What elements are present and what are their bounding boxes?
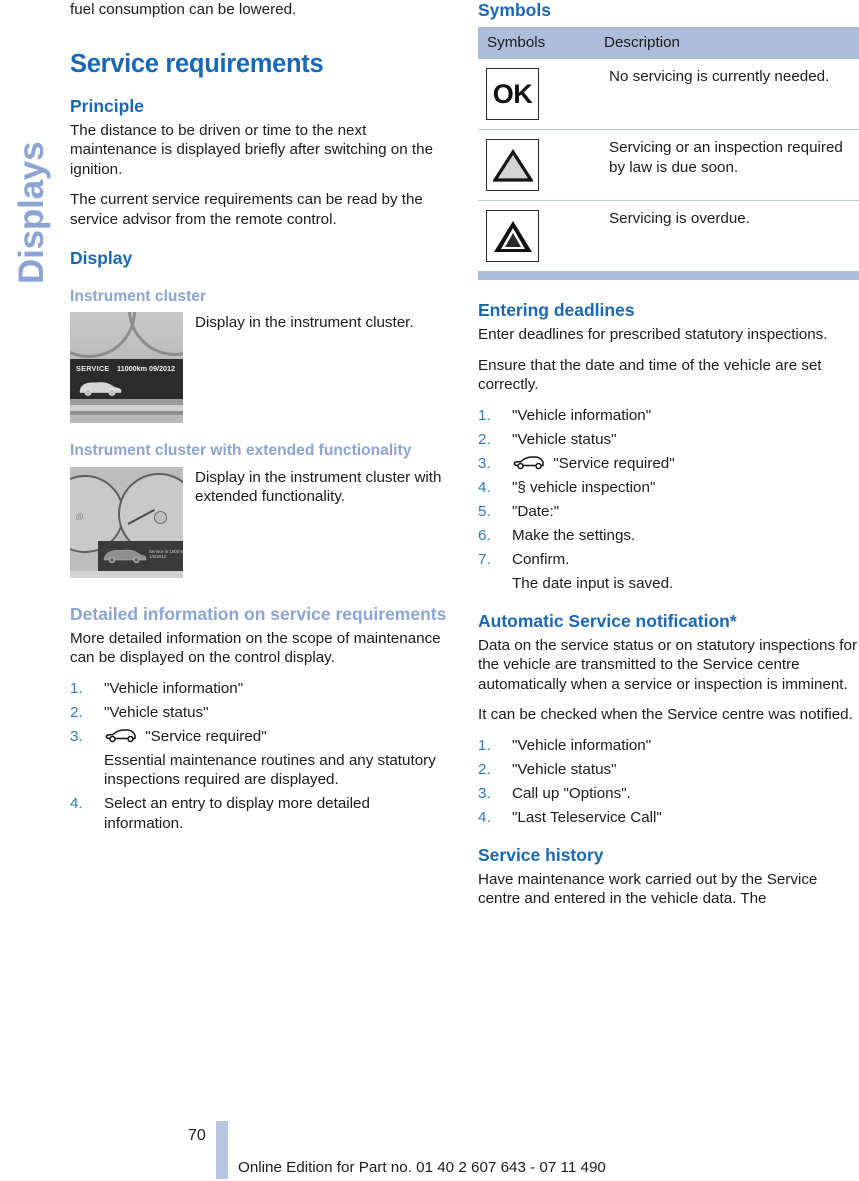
- symbol-description: No servicing is currently needed.: [595, 59, 859, 130]
- car-silhouette-icon: [79, 381, 122, 396]
- right-column: Symbols Symbols Description OK No servic…: [478, 0, 859, 909]
- step-item: Call up "Options".: [478, 784, 859, 804]
- step-item: "Service required" Essential maintenance …: [70, 727, 452, 790]
- car-silhouette-icon: [103, 549, 147, 563]
- manual-page: Displays fuel consumption can be lowered…: [0, 0, 859, 1181]
- principle-paragraph-1: The distance to be driven or time to the…: [70, 121, 434, 178]
- step-text: "§ vehicle inspection": [512, 479, 656, 497]
- steps-automatic-notification: "Vehicle information" "Vehicle status" Cal…: [478, 736, 859, 828]
- symbol-cell: [478, 129, 595, 201]
- table-row: Servicing or an inspection required by l…: [478, 129, 859, 201]
- table-bottom-bar: [478, 271, 859, 280]
- step-item: "Vehicle status": [478, 430, 859, 450]
- section-heading-service-history: Service history: [478, 844, 604, 865]
- step-text: Call up "Options".: [512, 785, 631, 803]
- step-text: "Service required": [553, 454, 675, 472]
- step-text: "Vehicle information": [512, 406, 652, 424]
- figure-instrument-cluster: SERVICE 11000km 09/2012 Display in the i…: [70, 312, 452, 424]
- cluster-service-label: SERVICE: [76, 363, 110, 373]
- step-text: Select an entry to display more detailed…: [104, 795, 370, 832]
- instrument-cluster-image: SERVICE 11000km 09/2012: [70, 312, 183, 424]
- step-text: "Vehicle status": [104, 703, 209, 721]
- triangle-outline-icon: [486, 139, 539, 191]
- step-item: "Vehicle information": [70, 679, 452, 699]
- triangle-filled-icon: [486, 210, 539, 262]
- instrument-cluster-extended-caption: Display in the instrument cluster with e…: [195, 468, 442, 506]
- step-item: "Vehicle information": [478, 406, 859, 426]
- section-heading-entering-deadlines: Entering deadlines: [478, 300, 635, 320]
- step-item: Confirm. The date input is saved.: [478, 550, 859, 593]
- step-item: "Vehicle status": [478, 760, 859, 780]
- step-item: "Vehicle information": [478, 736, 859, 756]
- principle-paragraph-2: The current service requirements can be …: [70, 191, 423, 228]
- instrument-cluster-extended-image: ◎ Service in 1800 km 1/2/2012: [70, 466, 183, 578]
- table-header-description: Description: [595, 27, 859, 59]
- section-heading-display: Display: [70, 247, 133, 268]
- page-footer: 70 Online Edition for Part no. 01 40 2 6…: [0, 1119, 859, 1181]
- step-note: Essential maintenance routines and any s…: [104, 751, 436, 789]
- table-header-row: Symbols Description: [478, 27, 859, 59]
- chapter-tab: Displays: [0, 0, 62, 400]
- page-title: Service requirements: [70, 49, 324, 78]
- step-text: "Service required": [145, 727, 267, 745]
- sub-heading-instrument-cluster: Instrument cluster: [70, 287, 207, 305]
- step-item: Select an entry to display more detailed…: [70, 794, 452, 833]
- step-text: "Vehicle status": [512, 761, 617, 778]
- steps-detailed-information: "Vehicle information" "Vehicle status" "S…: [70, 679, 452, 834]
- sub-heading-instrument-cluster-extended: Instrument cluster with extended functio…: [70, 442, 412, 460]
- symbol-description: Servicing is overdue.: [609, 210, 750, 227]
- section-heading-detailed-information: Detailed information on service requirem…: [70, 603, 447, 624]
- instrument-cluster-caption: Display in the instrument cluster.: [195, 314, 414, 332]
- step-note: The date input is saved.: [512, 574, 674, 592]
- symbol-cell: OK: [478, 59, 595, 130]
- section-heading-symbols: Symbols: [478, 0, 551, 20]
- section-heading-automatic-service-notification: Automatic Service notification*: [478, 610, 737, 631]
- step-text: Make the settings.: [512, 527, 636, 545]
- detailed-information-paragraph: More detailed information on the scope o…: [70, 629, 441, 667]
- step-text: "Vehicle information": [512, 736, 652, 754]
- figure-instrument-cluster-extended: ◎ Service in 1800 km 1/2/2012 Display in…: [70, 466, 452, 578]
- symbol-description: Servicing or an inspection required by l…: [595, 129, 859, 201]
- step-text: "Last Teleservice Call": [512, 809, 662, 827]
- page-number: 70: [188, 1127, 206, 1144]
- ok-box-icon: OK: [486, 68, 539, 120]
- step-item: "§ vehicle inspection": [478, 478, 859, 498]
- left-column: fuel consumption can be lowered. Service…: [70, 0, 452, 844]
- continued-paragraph: fuel consumption can be lowered.: [70, 1, 297, 18]
- table-header-symbols: Symbols: [478, 27, 595, 59]
- step-text: "Vehicle status": [512, 430, 617, 448]
- table-row: OK No servicing is currently needed.: [478, 59, 859, 130]
- footer-accent-bar: [216, 1121, 228, 1179]
- cluster-extended-text: Service in 1800 km 1/2/2012: [149, 548, 183, 560]
- car-icon: [513, 456, 544, 470]
- car-icon: [105, 729, 136, 743]
- step-item: "Last Teleservice Call": [478, 808, 859, 828]
- symbols-table: Symbols Description OK No servicing is c…: [478, 27, 859, 271]
- step-item: "Service required": [478, 454, 859, 474]
- section-heading-principle: Principle: [70, 95, 144, 116]
- cluster-service-value: 11000km 09/2012: [117, 363, 175, 373]
- ok-label: OK: [492, 78, 533, 109]
- step-item: Make the settings.: [478, 526, 859, 546]
- automatic-notification-paragraph-1: Data on the service status or on statuto…: [478, 636, 858, 693]
- automatic-notification-paragraph-2: It can be checked when the Service centr…: [478, 706, 853, 724]
- step-item: "Vehicle status": [70, 703, 452, 723]
- chapter-tab-label: Displays: [12, 141, 51, 284]
- footer-note: Online Edition for Part no. 01 40 2 607 …: [238, 1159, 606, 1176]
- entering-deadlines-paragraph-1: Enter deadlines for prescribed statutory…: [478, 326, 828, 343]
- step-text: "Date:": [512, 503, 560, 521]
- steps-entering-deadlines: "Vehicle information" "Vehicle status" "S…: [478, 406, 859, 594]
- step-text: "Vehicle information": [104, 679, 244, 697]
- entering-deadlines-paragraph-2: Ensure that the date and time of the veh…: [478, 356, 822, 394]
- table-row: Servicing is overdue.: [478, 201, 859, 272]
- step-text: Confirm.: [512, 551, 570, 569]
- symbol-cell: [478, 201, 595, 272]
- service-history-paragraph: Have maintenance work carried out by the…: [478, 870, 818, 908]
- step-item: "Date:": [478, 502, 859, 522]
